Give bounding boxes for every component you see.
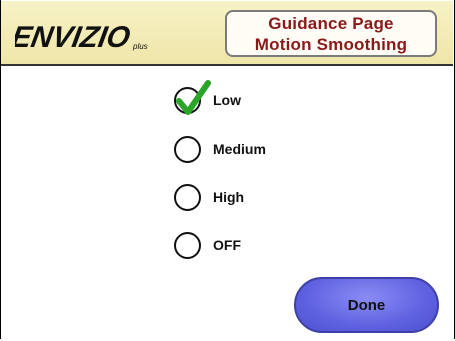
radio-medium[interactable]	[174, 135, 201, 163]
radio-low[interactable]	[174, 79, 211, 115]
radio-off[interactable]	[174, 231, 201, 259]
option-label-medium: Medium	[213, 141, 266, 157]
option-medium[interactable]: Medium	[174, 134, 266, 164]
done-button-label: Done	[347, 296, 386, 314]
radio-high[interactable]	[174, 183, 201, 211]
option-label-off: OFF	[213, 237, 241, 253]
option-low[interactable]: Low	[174, 79, 241, 115]
checkmark-icon	[176, 79, 211, 115]
option-off[interactable]: OFF	[174, 230, 241, 260]
option-label-low: Low	[213, 92, 241, 108]
option-label-high: High	[213, 189, 245, 205]
done-button[interactable]: Done	[294, 277, 439, 333]
option-high[interactable]: High	[174, 182, 244, 212]
